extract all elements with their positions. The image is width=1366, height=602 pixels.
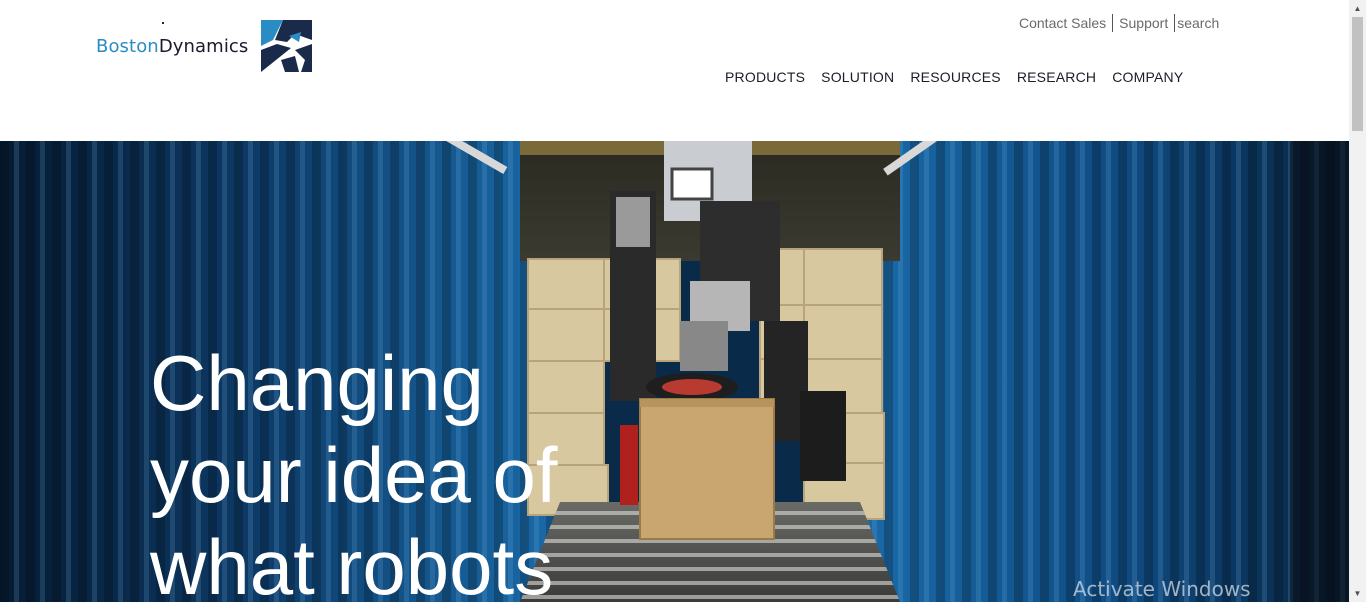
brand-logo[interactable]: BostonDynamics xyxy=(96,20,313,72)
activate-windows-watermark: Activate Windows xyxy=(1073,577,1251,601)
brand-name-part2: Dynamics xyxy=(158,36,249,57)
logo-dot xyxy=(162,22,164,24)
utility-divider xyxy=(1112,14,1114,32)
page: BostonDynamics Contact Sales Support sea… xyxy=(0,0,1366,602)
scroll-thumb[interactable] xyxy=(1352,17,1363,131)
nav-item-research[interactable]: RESEARCH xyxy=(1017,69,1096,85)
brand-name-part1: Boston xyxy=(96,36,159,57)
scroll-down-arrow-icon[interactable]: ▼ xyxy=(1349,585,1366,602)
utility-divider xyxy=(1174,14,1176,32)
nav-item-resources[interactable]: RESOURCES xyxy=(910,69,1000,85)
scroll-up-arrow-icon[interactable]: ▲ xyxy=(1349,0,1366,17)
contact-sales-link[interactable]: Contact Sales xyxy=(1019,15,1106,31)
brand-wordmark: BostonDynamics xyxy=(96,36,248,57)
support-link[interactable]: Support xyxy=(1119,15,1168,31)
utility-nav: Contact Sales Support search xyxy=(1019,14,1219,32)
brand-mark-icon xyxy=(261,20,313,72)
nav-item-solution[interactable]: SOLUTION xyxy=(821,69,894,85)
nav-item-products[interactable]: PRODUCTS xyxy=(725,69,805,85)
hero-headline-line2: your idea of xyxy=(150,431,558,519)
search-link[interactable]: search xyxy=(1177,15,1219,31)
nav-item-company[interactable]: COMPANY xyxy=(1112,69,1183,85)
hero-headline-line1: Changing xyxy=(150,339,484,427)
hero-banner: Changing your idea of what robots Activa… xyxy=(0,141,1349,602)
hero-headline: Changing your idea of what robots xyxy=(150,337,630,602)
hero-headline-line3: what robots xyxy=(150,523,554,602)
page-scrollbar[interactable]: ▲ ▼ xyxy=(1349,0,1366,602)
site-header: BostonDynamics Contact Sales Support sea… xyxy=(0,0,1349,141)
main-nav: PRODUCTS SOLUTION RESOURCES RESEARCH COM… xyxy=(725,69,1199,85)
